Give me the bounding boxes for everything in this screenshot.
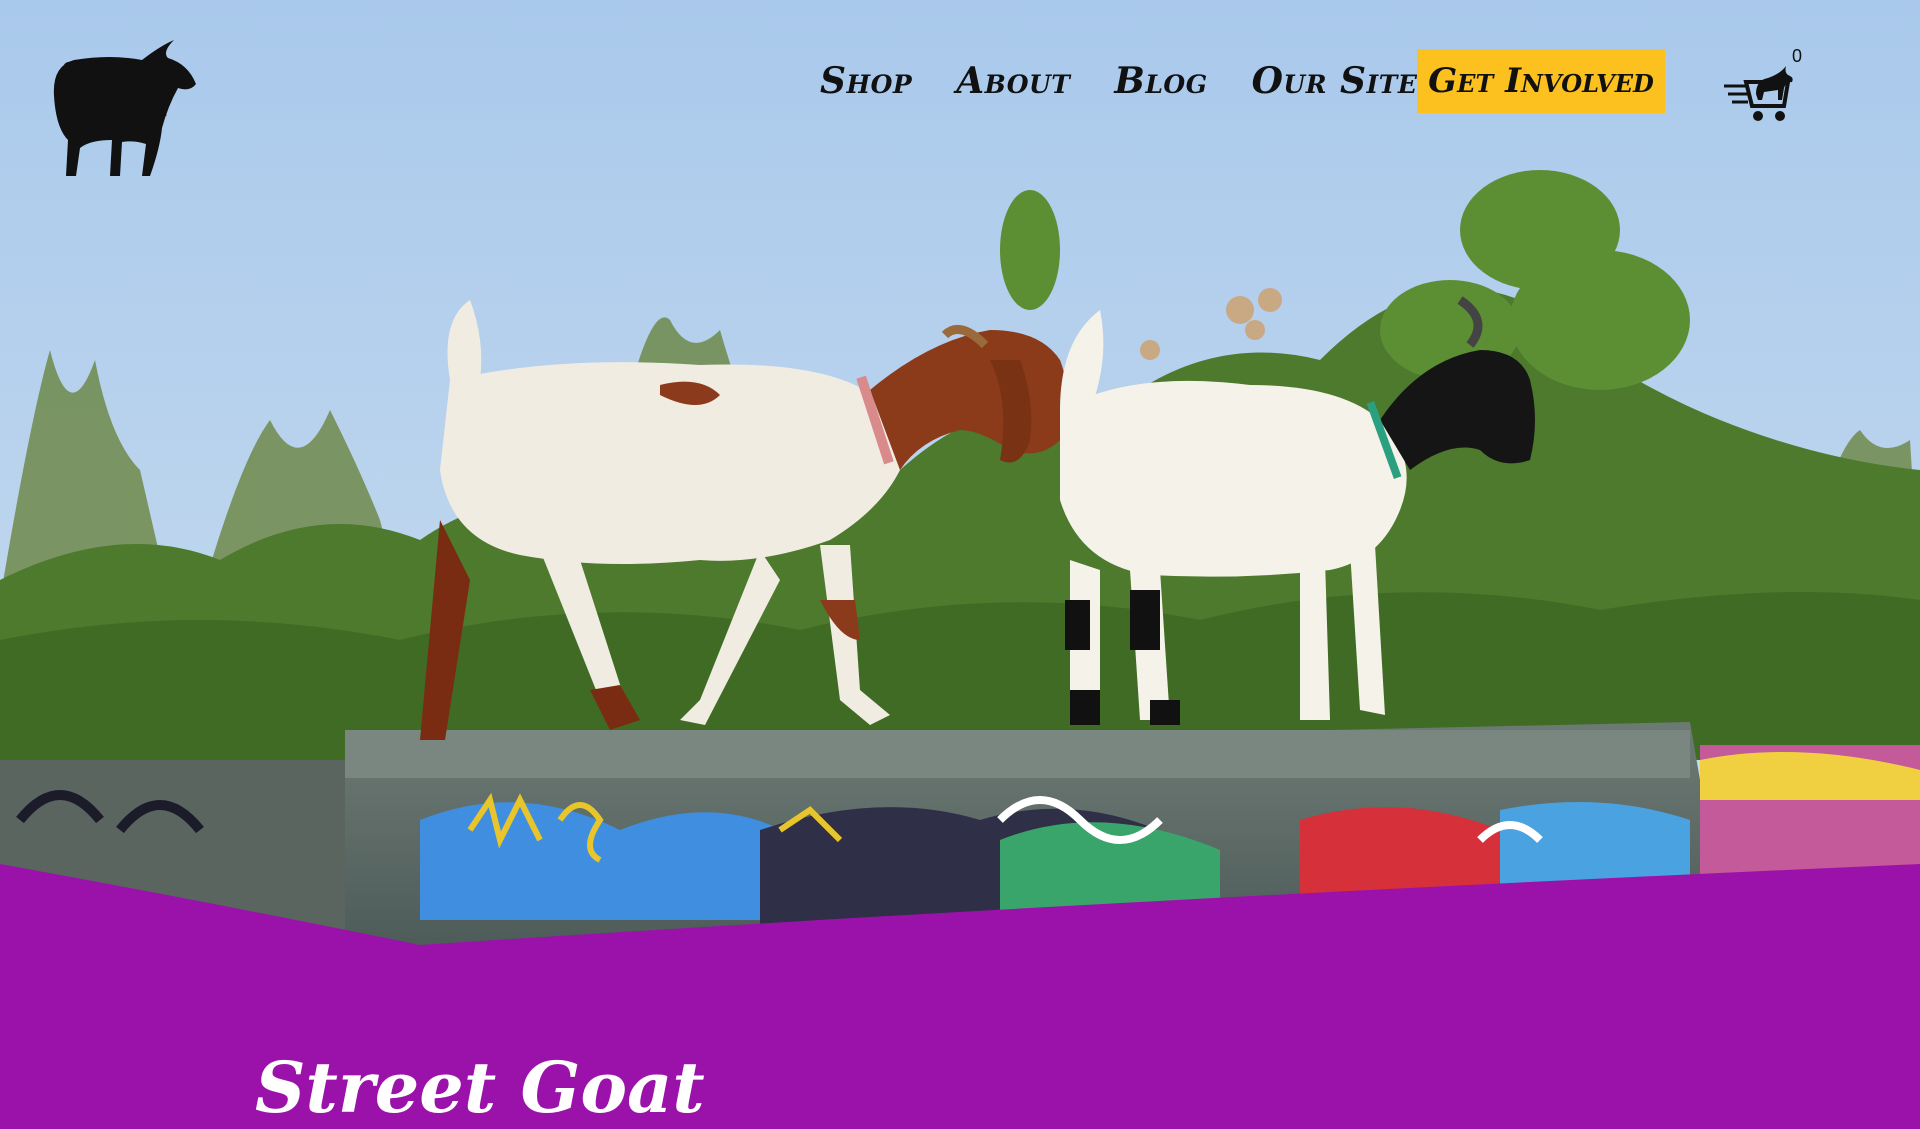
nav-about[interactable]: About [956,60,1070,102]
nav-our-sites[interactable]: Our Sites [1252,60,1436,102]
logo[interactable]: STREET GOAT [50,36,198,180]
cart-count: 0 [1792,46,1803,66]
get-involved-label: Get Involved [1428,61,1654,101]
logo-line2: GOAT [70,86,172,124]
nav-shop[interactable]: Shop [820,60,912,102]
site-header: STREET GOAT Shop About Blog Our Sites Ge… [0,0,1920,200]
logo-line1: STREET [62,57,172,86]
hero-headline: Street Goat [255,1046,705,1129]
goat-logo-icon: STREET GOAT [53,40,197,176]
get-involved-button[interactable]: Get Involved [1417,49,1665,113]
nav-blog[interactable]: Blog [1114,60,1207,102]
main-nav: Shop About Blog Our Sites [820,48,1480,114]
